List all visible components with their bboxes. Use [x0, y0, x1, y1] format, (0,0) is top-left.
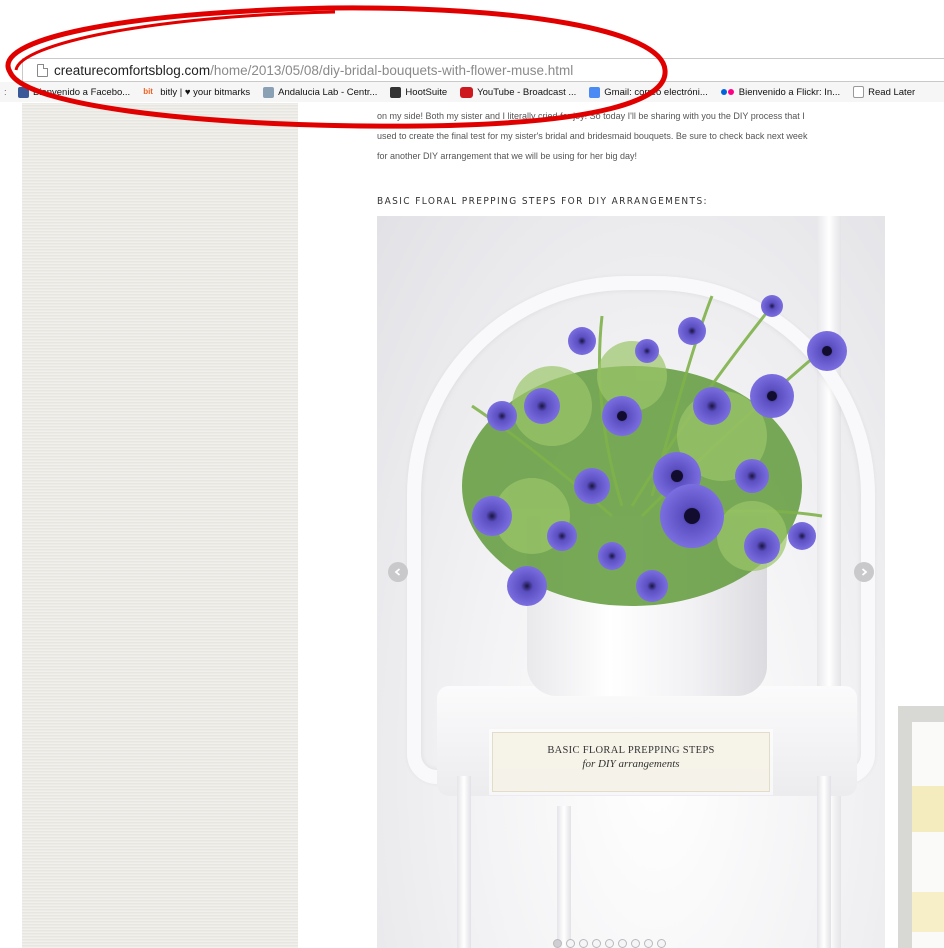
bookmark-bitly[interactable]: bit bitly | ♥ your bitmarks	[143, 87, 250, 98]
andalucia-lab-icon	[263, 86, 275, 98]
bookmark-andalucia-lab[interactable]: Andalucia Lab - Centr...	[263, 86, 378, 98]
youtube-icon	[460, 86, 474, 98]
slide-dot[interactable]	[644, 939, 653, 948]
slide-dot[interactable]	[553, 939, 562, 948]
bookmarks-overflow-icon[interactable]: :	[4, 87, 12, 98]
url-domain: creaturecomfortsblog.com	[54, 62, 211, 78]
sidebar-widget-preview	[898, 706, 944, 948]
slide-dot[interactable]	[605, 939, 614, 948]
slide-dot[interactable]	[631, 939, 640, 948]
chevron-left-icon	[394, 568, 401, 576]
bookmark-label: Andalucia Lab - Centr...	[278, 86, 378, 98]
slide-dot[interactable]	[592, 939, 601, 948]
slide-next-button[interactable]	[854, 562, 874, 582]
gmail-icon	[589, 86, 601, 98]
chair-leg	[557, 806, 571, 948]
article-intro-line: on my side! Both my sister and I literal…	[377, 111, 805, 121]
sidebar-widget-highlight	[912, 892, 944, 932]
bookmark-youtube[interactable]: YouTube - Broadcast ...	[460, 86, 577, 98]
slide-prev-button[interactable]	[388, 562, 408, 582]
slide-caption-subtitle: for DIY arrangements	[582, 758, 680, 770]
bookmarks-bar: : Bienvenido a Facebo... bit bitly | ♥ y…	[0, 82, 944, 102]
sidebar-widget-highlight	[912, 786, 944, 832]
slide-dot[interactable]	[566, 939, 575, 948]
url-text[interactable]: creaturecomfortsblog.com/home/2013/05/08…	[54, 63, 573, 78]
slide-dot[interactable]	[579, 939, 588, 948]
bookmark-label: Read Later	[868, 86, 916, 98]
bitly-icon: bit	[143, 86, 153, 96]
anemone-bouquet-image	[462, 295, 847, 606]
chair-leg	[817, 776, 831, 948]
facebook-icon	[18, 86, 29, 98]
bookmark-label: Bienvenido a Flickr: In...	[738, 86, 841, 98]
folder-icon	[853, 86, 865, 98]
left-background-panel	[22, 103, 298, 948]
flickr-icon	[720, 87, 735, 98]
slide-caption: BASIC FLORAL PREPPING STEPS for DIY arra…	[492, 732, 770, 792]
bookmark-label: Bienvenido a Facebo...	[33, 86, 131, 98]
article-intro: on my side! Both my sister and I literal…	[377, 106, 907, 166]
slide-dot[interactable]	[618, 939, 627, 948]
bookmark-label: Gmail: correo electróni...	[604, 86, 708, 98]
slide-dot[interactable]	[657, 939, 666, 948]
bookmark-label: bitly | ♥ your bitmarks	[160, 86, 251, 98]
bookmark-facebook[interactable]: Bienvenido a Facebo...	[18, 86, 131, 98]
hootsuite-icon	[390, 86, 402, 98]
section-heading: BASIC FLORAL PREPPING STEPS FOR DIY ARRA…	[377, 196, 708, 207]
chair-leg	[457, 776, 471, 948]
address-bar[interactable]: creaturecomfortsblog.com/home/2013/05/08…	[22, 58, 944, 82]
chevron-right-icon	[861, 568, 868, 576]
bookmark-label: HootSuite	[405, 86, 448, 98]
article-intro-line: used to create the final test for my sis…	[377, 131, 808, 141]
article-intro-line: for another DIY arrangement that we will…	[377, 151, 637, 161]
slide-pagination	[553, 939, 666, 948]
bookmark-read-later[interactable]: Read Later	[853, 86, 915, 98]
bookmark-label: YouTube - Broadcast ...	[477, 86, 577, 98]
bookmark-gmail[interactable]: Gmail: correo electróni...	[589, 86, 708, 98]
slide-caption-title: BASIC FLORAL PREPPING STEPS	[547, 745, 715, 756]
slideshow[interactable]: BASIC FLORAL PREPPING STEPS for DIY arra…	[377, 216, 885, 948]
bookmark-flickr[interactable]: Bienvenido a Flickr: In...	[720, 86, 841, 98]
url-path: /home/2013/05/08/diy-bridal-bouquets-wit…	[210, 62, 574, 78]
bookmark-hootsuite[interactable]: HootSuite	[390, 86, 448, 98]
page-icon	[37, 63, 48, 77]
